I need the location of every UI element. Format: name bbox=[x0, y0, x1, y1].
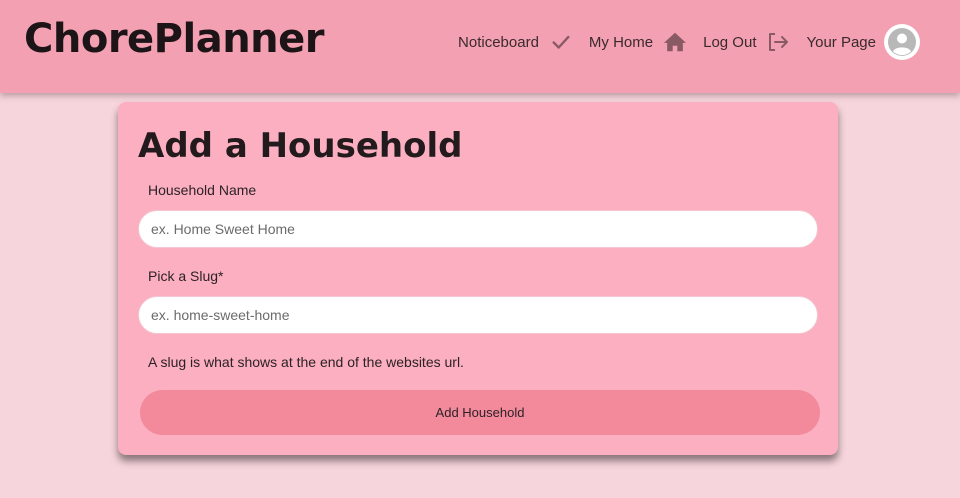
slug-input[interactable] bbox=[138, 296, 818, 334]
page-title: Add a Household bbox=[138, 126, 463, 166]
nav-label-my-home: My Home bbox=[588, 33, 654, 51]
nav-label-log-out: Log Out bbox=[703, 33, 757, 51]
main-nav: Noticeboard My Home Log Out Your Page bbox=[442, 24, 920, 60]
household-name-label: Household Name bbox=[148, 182, 257, 198]
household-name-input[interactable] bbox=[138, 210, 818, 248]
nav-label-your-page: Your Page bbox=[806, 33, 876, 51]
add-household-card: Add a Household Household Name Pick a Sl… bbox=[118, 102, 838, 455]
slug-help-text: A slug is what shows at the end of the w… bbox=[148, 354, 464, 370]
add-household-button[interactable]: Add Household bbox=[140, 390, 820, 435]
logout-icon bbox=[766, 30, 790, 54]
nav-item-log-out[interactable]: Log Out bbox=[703, 30, 790, 54]
home-icon bbox=[663, 30, 687, 54]
nav-item-my-home[interactable]: My Home bbox=[589, 30, 687, 54]
nav-item-your-page[interactable]: Your Page bbox=[806, 24, 920, 60]
nav-item-noticeboard[interactable]: Noticeboard bbox=[458, 30, 573, 54]
avatar-icon bbox=[888, 28, 916, 56]
slug-label: Pick a Slug* bbox=[148, 268, 224, 284]
top-navigation-bar: ChorePlanner Noticeboard My Home Log Out… bbox=[0, 0, 960, 93]
avatar[interactable] bbox=[884, 24, 920, 60]
check-icon bbox=[549, 30, 573, 54]
nav-label-noticeboard: Noticeboard bbox=[458, 33, 539, 51]
brand-logo-text[interactable]: ChorePlanner bbox=[24, 16, 325, 62]
